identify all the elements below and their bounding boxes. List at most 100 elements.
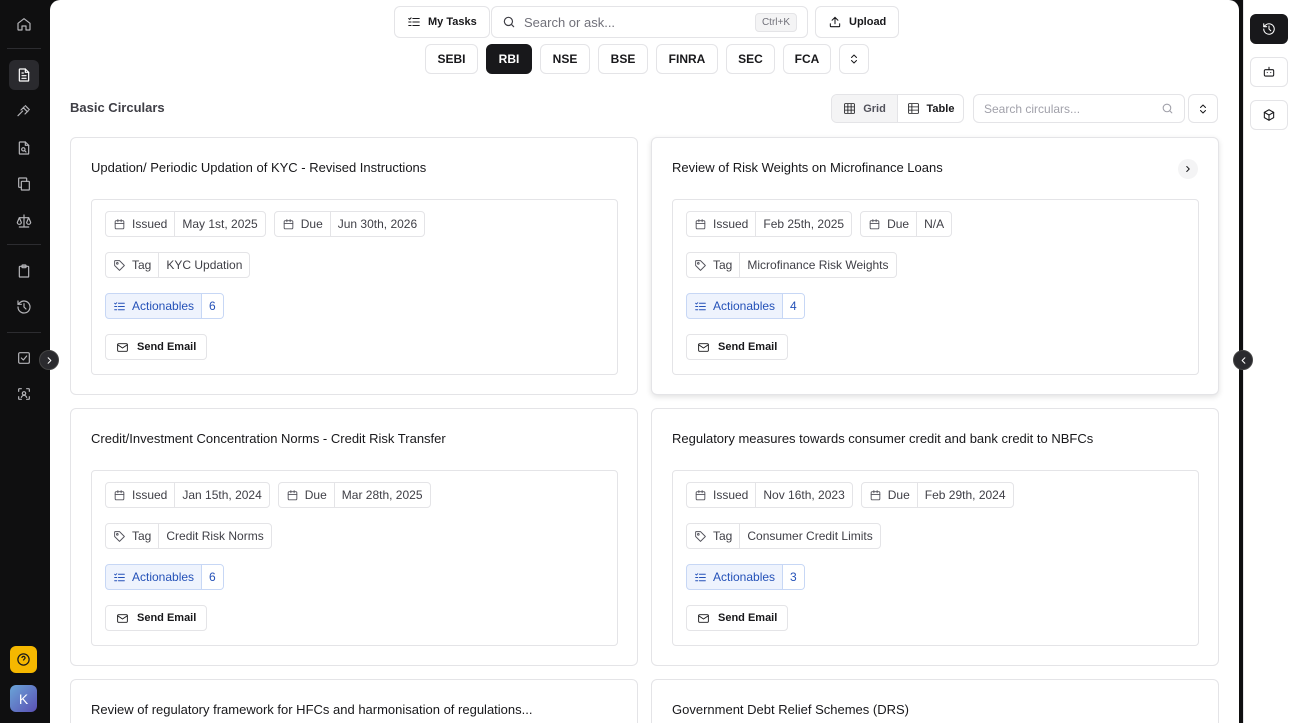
- my-tasks-button[interactable]: My Tasks: [394, 6, 490, 38]
- circular-title: Regulatory measures towards consumer cre…: [672, 431, 1094, 446]
- actionables-count: 3: [782, 565, 804, 589]
- circular-card[interactable]: Review of regulatory framework for HFCs …: [70, 679, 638, 723]
- actionables-button[interactable]: Actionables 6: [105, 564, 224, 590]
- calendar-icon: [870, 489, 881, 500]
- copy-documents-icon[interactable]: [9, 169, 39, 199]
- tag-value: Credit Risk Norms: [158, 524, 270, 548]
- tag-row: Tag KYC Updation: [105, 252, 251, 278]
- tab-fca[interactable]: FCA: [783, 44, 831, 74]
- divider: [7, 244, 41, 245]
- scan-person-icon[interactable]: [9, 379, 39, 409]
- actionables-label: Actionables: [132, 299, 195, 313]
- user-avatar[interactable]: K: [10, 685, 37, 712]
- task-list-icon: [408, 17, 420, 27]
- send-email-button[interactable]: Send Email: [686, 334, 789, 360]
- search-shortcut-hint: Ctrl+K: [754, 12, 797, 32]
- circular-title: Review of regulatory framework for HFCs …: [91, 702, 533, 717]
- circular-card[interactable]: Updation/ Periodic Updation of KYC - Rev…: [70, 137, 638, 395]
- due-label: Due: [304, 488, 327, 502]
- calendar-icon: [283, 218, 294, 229]
- scale-icon[interactable]: [9, 206, 39, 236]
- open-circular-chevron-right-icon[interactable]: [1178, 159, 1198, 179]
- task-list-icon: [114, 301, 125, 310]
- due-value: Jun 30th, 2026: [329, 212, 424, 236]
- history-icon[interactable]: [9, 292, 39, 322]
- gavel-icon[interactable]: [9, 96, 39, 126]
- due-date: Due Jun 30th, 2026: [273, 211, 426, 237]
- tab-finra[interactable]: FINRA: [656, 44, 718, 74]
- divider: [7, 48, 41, 49]
- circular-search[interactable]: [973, 94, 1185, 123]
- task-list-icon: [695, 572, 706, 581]
- global-search[interactable]: Ctrl+K: [491, 6, 808, 38]
- circulars-document-icon[interactable]: [9, 60, 39, 90]
- issued-value: May 1st, 2025: [174, 212, 264, 236]
- send-email-label: Send Email: [137, 341, 197, 353]
- send-email-button[interactable]: Send Email: [105, 334, 208, 360]
- tab-bse[interactable]: BSE: [598, 44, 648, 74]
- issued-date: Issued Feb 25th, 2025: [686, 211, 853, 237]
- upload-label: Upload: [849, 16, 887, 28]
- task-check-icon[interactable]: [9, 343, 39, 373]
- package-box-icon[interactable]: [1250, 100, 1288, 130]
- more-regulators-button[interactable]: [839, 44, 869, 74]
- search-icon: [503, 16, 515, 28]
- document-search-icon[interactable]: [9, 133, 39, 163]
- circular-card[interactable]: Government Debt Relief Schemes (DRS): [651, 679, 1219, 723]
- actionables-button[interactable]: Actionables 6: [105, 293, 224, 319]
- due-value: Mar 28th, 2025: [333, 483, 430, 507]
- actionables-count: 6: [201, 565, 223, 589]
- section-title: Basic Circulars: [70, 100, 165, 115]
- circular-card[interactable]: Regulatory measures towards consumer cre…: [651, 408, 1219, 666]
- calendar-icon: [869, 218, 880, 229]
- dates-row: Issued May 1st, 2025 Due Jun 30th, 2026: [105, 211, 426, 237]
- tag-icon: [114, 259, 125, 271]
- clipboard-icon[interactable]: [9, 256, 39, 286]
- tab-sebi[interactable]: SEBI: [425, 44, 478, 74]
- table-view-button[interactable]: Table: [897, 95, 963, 122]
- upload-button[interactable]: Upload: [815, 6, 900, 38]
- tab-nse[interactable]: NSE: [540, 44, 590, 74]
- collapse-panel-chevron-left-icon[interactable]: [1233, 350, 1253, 370]
- tag-row: Tag Microfinance Risk Weights: [686, 252, 897, 278]
- grid-view-button[interactable]: Grid: [832, 95, 897, 122]
- sort-button[interactable]: [1188, 94, 1218, 123]
- tag-pill: Tag Credit Risk Norms: [105, 523, 272, 549]
- issued-date: Issued May 1st, 2025: [105, 211, 266, 237]
- tab-sec[interactable]: SEC: [726, 44, 775, 74]
- issued-label: Issued: [713, 488, 749, 502]
- table-icon: [907, 103, 919, 114]
- calendar-icon: [287, 489, 298, 500]
- actionables-count: 6: [201, 294, 223, 318]
- app-window: K My Tasks Ctrl+K Upload SEBI RBI NSE: [0, 0, 1292, 723]
- main-content: My Tasks Ctrl+K Upload SEBI RBI NSE BSE …: [50, 0, 1239, 723]
- home-icon[interactable]: [9, 9, 39, 39]
- help-icon[interactable]: [10, 646, 37, 673]
- send-email-button[interactable]: Send Email: [105, 605, 208, 631]
- divider: [7, 332, 41, 333]
- circular-search-input[interactable]: [984, 101, 1161, 116]
- tag-icon: [695, 259, 706, 271]
- due-label: Due: [887, 217, 910, 231]
- tab-rbi[interactable]: RBI: [486, 44, 532, 74]
- actionables-button[interactable]: Actionables 3: [686, 564, 805, 590]
- send-email-label: Send Email: [137, 612, 197, 624]
- circular-card[interactable]: Review of Risk Weights on Microfinance L…: [651, 137, 1219, 395]
- global-search-input[interactable]: [524, 14, 755, 30]
- expand-sidebar-chevron-right-icon[interactable]: [39, 350, 59, 370]
- issued-label: Issued: [132, 217, 168, 231]
- circular-card[interactable]: Credit/Investment Concentration Norms - …: [70, 408, 638, 666]
- actionables-button[interactable]: Actionables 4: [686, 293, 805, 319]
- send-email-button[interactable]: Send Email: [686, 605, 789, 631]
- mail-icon: [698, 342, 709, 352]
- calendar-icon: [695, 489, 706, 500]
- tag-label: Tag: [713, 258, 733, 272]
- my-tasks-label: My Tasks: [428, 16, 477, 28]
- tag-label: Tag: [132, 529, 152, 543]
- actionables-row: Actionables 6: [105, 293, 224, 319]
- bot-icon[interactable]: [1250, 57, 1288, 87]
- history-icon[interactable]: [1250, 14, 1288, 44]
- calendar-icon: [695, 218, 706, 229]
- tag-label: Tag: [132, 258, 152, 272]
- mail-icon: [698, 613, 709, 623]
